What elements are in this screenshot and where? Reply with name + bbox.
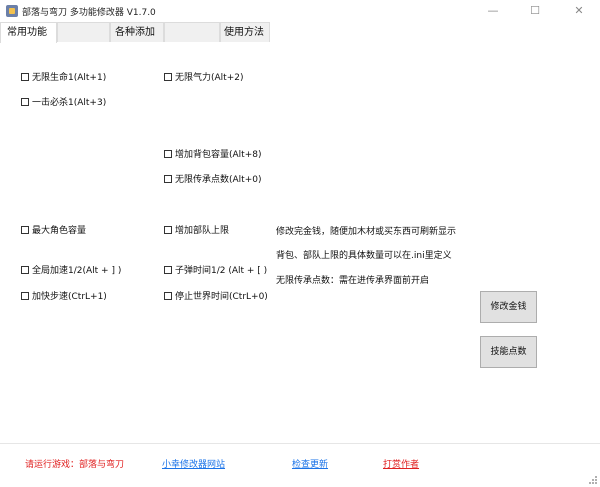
checkbox-global-speed[interactable]: 全局加速1/2(Alt + ] ) bbox=[21, 265, 121, 277]
tab-usage[interactable]: 使用方法 bbox=[220, 22, 270, 42]
donate-author-link[interactable]: 打赏作者 bbox=[383, 457, 419, 470]
minimize-button[interactable]: — bbox=[472, 0, 514, 22]
checkbox-infinite-stamina[interactable]: 无限气力(Alt+2) bbox=[164, 72, 243, 84]
checkbox-icon bbox=[164, 150, 172, 158]
resize-grip-icon[interactable] bbox=[588, 475, 598, 485]
check-update-link[interactable]: 检查更新 bbox=[292, 457, 328, 470]
checkbox-icon bbox=[21, 266, 29, 274]
checkbox-stop-world-time[interactable]: 停止世界时间(CtrL+0) bbox=[164, 291, 268, 303]
checkbox-icon bbox=[164, 226, 172, 234]
checkbox-team-limit[interactable]: 增加部队上限 bbox=[164, 225, 229, 237]
checkbox-icon bbox=[164, 175, 172, 183]
maximize-button[interactable]: ☐ bbox=[514, 0, 556, 22]
checkbox-label: 停止世界时间(CtrL+0) bbox=[175, 292, 268, 302]
info-ini-define: 背包、部队上限的具体数量可以在.ini里定义 bbox=[276, 251, 452, 261]
checkbox-bag-capacity[interactable]: 增加背包容量(Alt+8) bbox=[164, 149, 261, 161]
checkbox-icon bbox=[21, 226, 29, 234]
checkbox-walk-speed[interactable]: 加快步速(CtrL+1) bbox=[21, 291, 107, 303]
website-link[interactable]: 小幸修改器网站 bbox=[162, 457, 225, 470]
checkbox-one-hit-kill[interactable]: 一击必杀1(Alt+3) bbox=[21, 97, 106, 109]
checkbox-icon bbox=[164, 292, 172, 300]
footer-divider bbox=[0, 443, 600, 444]
game-status-text: 请运行游戏：部落与弯刀 bbox=[25, 460, 125, 470]
checkbox-infinite-inherit-points[interactable]: 无限传承点数(Alt+0) bbox=[164, 174, 261, 186]
checkbox-icon bbox=[21, 292, 29, 300]
tab-blank-1[interactable] bbox=[57, 22, 110, 42]
skill-points-button[interactable]: 技能点数 bbox=[480, 336, 537, 368]
edit-money-button[interactable]: 修改金钱 bbox=[480, 291, 537, 323]
info-inherit-points: 无限传承点数：需在进传承界面前开启 bbox=[276, 276, 430, 286]
checkbox-bullet-time[interactable]: 子弹时间1/2 (Alt + [ ) bbox=[164, 265, 267, 277]
close-button[interactable]: ✕ bbox=[558, 0, 600, 22]
checkbox-label: 增加背包容量(Alt+8) bbox=[175, 150, 262, 160]
title-bar[interactable]: 部落与弯刀 多功能修改器 V1.7.0 — ☐ ✕ bbox=[0, 0, 600, 22]
common-functions-panel: 无限生命1(Alt+1) 无限气力(Alt+2) 一击必杀1(Alt+3) 增加… bbox=[0, 43, 600, 443]
checkbox-label: 无限生命1(Alt+1) bbox=[32, 73, 107, 83]
window-title: 部落与弯刀 多功能修改器 V1.7.0 bbox=[22, 8, 156, 18]
checkbox-label: 一击必杀1(Alt+3) bbox=[32, 98, 107, 108]
checkbox-label: 无限气力(Alt+2) bbox=[175, 73, 244, 83]
checkbox-icon bbox=[21, 98, 29, 106]
tab-blank-2[interactable] bbox=[164, 22, 220, 42]
checkbox-label: 增加部队上限 bbox=[175, 226, 230, 236]
tab-bar: 常用功能 各种添加 使用方法 bbox=[0, 22, 600, 44]
checkbox-label: 加快步速(CtrL+1) bbox=[32, 292, 107, 302]
checkbox-label: 全局加速1/2(Alt + ] ) bbox=[32, 266, 122, 276]
checkbox-label: 子弹时间1/2 (Alt + [ ) bbox=[175, 266, 268, 276]
checkbox-icon bbox=[164, 73, 172, 81]
info-money-refresh: 修改完金钱，随便加木材或买东西可刷新显示 bbox=[276, 227, 457, 237]
tab-add-items[interactable]: 各种添加 bbox=[110, 22, 164, 42]
checkbox-icon bbox=[164, 266, 172, 274]
checkbox-label: 最大角色容量 bbox=[32, 226, 87, 236]
checkbox-icon bbox=[21, 73, 29, 81]
app-icon bbox=[6, 5, 18, 17]
checkbox-infinite-health[interactable]: 无限生命1(Alt+1) bbox=[21, 72, 106, 84]
trainer-window: 部落与弯刀 多功能修改器 V1.7.0 — ☐ ✕ 常用功能 各种添加 使用方法… bbox=[0, 0, 600, 487]
checkbox-max-roles[interactable]: 最大角色容量 bbox=[21, 225, 86, 237]
tab-common-functions[interactable]: 常用功能 bbox=[0, 22, 57, 44]
checkbox-label: 无限传承点数(Alt+0) bbox=[175, 175, 262, 185]
